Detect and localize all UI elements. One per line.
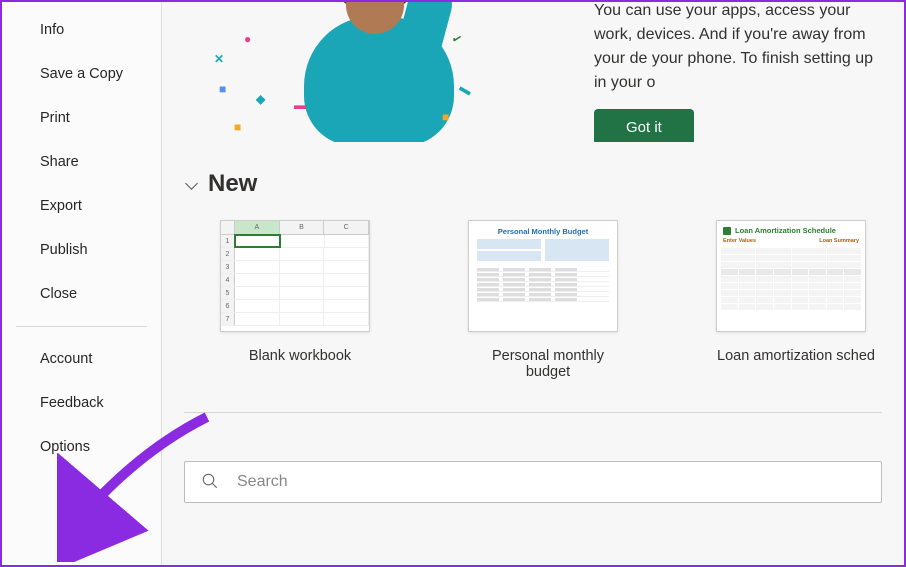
section-divider — [184, 412, 882, 413]
sidebar-item-options[interactable]: Options — [2, 425, 161, 469]
backstage-sidebar: Info Save a Copy Print Share Export Publ… — [2, 2, 162, 565]
template-label: Loan amortization sched — [716, 348, 876, 364]
template-personal-monthly-budget[interactable]: Personal Monthly Budget — [468, 220, 628, 380]
template-thumbnail: Personal Monthly Budget — [468, 220, 618, 332]
sidebar-item-info[interactable]: Info — [2, 8, 161, 52]
template-label: Blank workbook — [220, 348, 380, 364]
new-section-title: New — [208, 170, 257, 198]
search-icon — [201, 472, 219, 493]
template-blank-workbook[interactable]: A B C 1 2 3 4 5 6 7 Blank workbook — [220, 220, 380, 380]
template-thumbnail: A B C 1 2 3 4 5 6 7 — [220, 220, 370, 332]
got-it-button[interactable]: Got it — [594, 109, 694, 143]
sidebar-divider — [16, 326, 147, 327]
chevron-down-icon — [184, 177, 198, 191]
sidebar-item-feedback[interactable]: Feedback — [2, 381, 161, 425]
sidebar-item-share[interactable]: Share — [2, 140, 161, 184]
sidebar-item-account[interactable]: Account — [2, 337, 161, 381]
promo-text: You can use your apps, access your work,… — [594, 2, 882, 95]
sidebar-item-publish[interactable]: Publish — [2, 228, 161, 272]
sidebar-item-close[interactable]: Close — [2, 272, 161, 316]
promo-banner: ✕ ● ◆ ■ ■ ✓ ▬ ■ ▬ You can use your apps,… — [184, 2, 882, 142]
sidebar-item-save-copy[interactable]: Save a Copy — [2, 52, 161, 96]
template-loan-amortization[interactable]: Loan Amortization Schedule Enter ValuesL… — [716, 220, 876, 380]
template-gallery: A B C 1 2 3 4 5 6 7 Blank workbook Pe — [184, 220, 882, 380]
promo-illustration: ✕ ● ◆ ■ ■ ✓ ▬ ■ ▬ — [184, 2, 564, 142]
backstage-main: ✕ ● ◆ ■ ■ ✓ ▬ ■ ▬ You can use your apps,… — [162, 2, 904, 565]
search-input[interactable] — [237, 473, 865, 491]
new-section-header[interactable]: New — [184, 170, 882, 198]
template-thumbnail: Loan Amortization Schedule Enter ValuesL… — [716, 220, 866, 332]
sidebar-item-export[interactable]: Export — [2, 184, 161, 228]
template-search[interactable] — [184, 461, 882, 503]
bank-icon — [723, 227, 731, 235]
sidebar-item-print[interactable]: Print — [2, 96, 161, 140]
template-label: Personal monthly budget — [468, 348, 628, 380]
